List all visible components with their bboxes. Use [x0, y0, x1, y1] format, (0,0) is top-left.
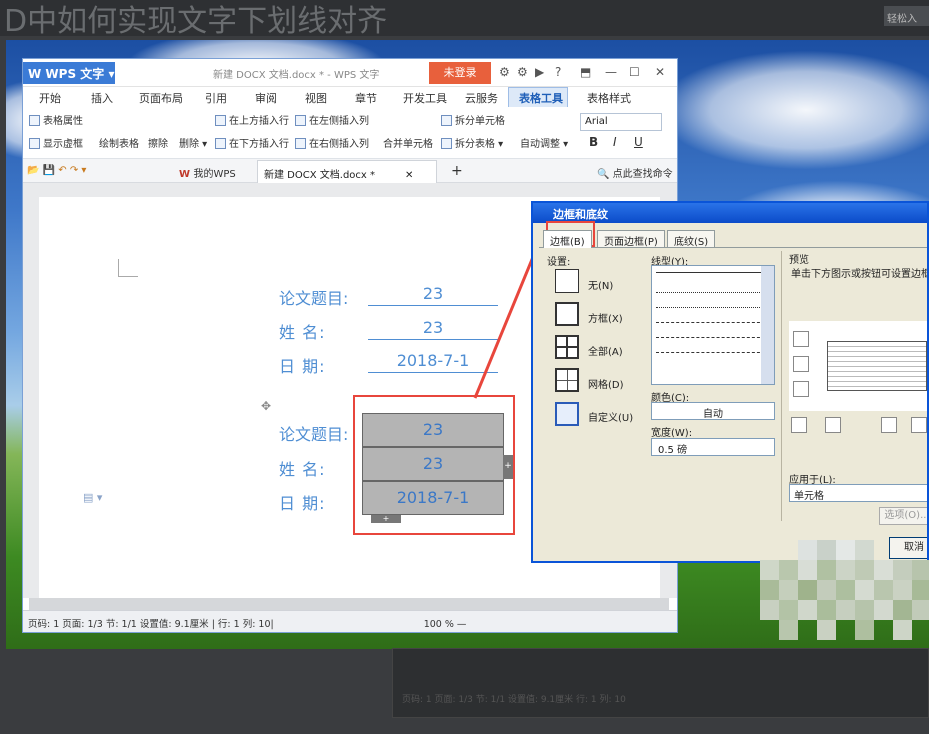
preview-hint: 单击下方图示或按钮可设置边框 — [791, 269, 929, 280]
setting-custom[interactable]: 自定义(U) — [588, 409, 633, 424]
setting-box-icon[interactable] — [555, 302, 579, 326]
border-bottom-toggle-icon[interactable] — [793, 381, 809, 397]
setting-grid-icon[interactable] — [555, 368, 579, 392]
setting-box[interactable]: 方框(X) — [588, 310, 623, 325]
preview-label: 预览 — [789, 255, 809, 266]
apply-to-select[interactable]: 单元格 — [789, 484, 927, 502]
tab-shading[interactable]: 底纹(S) — [667, 230, 716, 248]
line-style-scrollbar[interactable] — [761, 266, 774, 384]
border-left-toggle-icon[interactable] — [825, 417, 841, 433]
dialog-divider — [781, 251, 782, 521]
setting-all-icon[interactable] — [555, 335, 579, 359]
color-select[interactable]: 自动 — [651, 402, 775, 420]
options-button[interactable]: 选项(O)... — [879, 507, 927, 525]
tab-page-border[interactable]: 页面边框(P) — [597, 230, 665, 248]
border-middle-toggle-icon[interactable] — [793, 356, 809, 372]
preview-area[interactable] — [789, 321, 927, 411]
border-diagonal-down-icon[interactable] — [791, 417, 807, 433]
border-diagonal-up-icon[interactable] — [911, 417, 927, 433]
border-top-toggle-icon[interactable] — [793, 331, 809, 347]
setting-label: 设置: — [547, 257, 571, 268]
setting-none-icon[interactable] — [555, 269, 579, 293]
line-style-list[interactable] — [651, 265, 775, 385]
setting-custom-icon[interactable] — [555, 402, 579, 426]
setting-all[interactable]: 全部(A) — [588, 343, 623, 358]
tab-borders[interactable]: 边框(B) — [543, 230, 592, 248]
pixelated-region — [760, 540, 929, 640]
border-vertical-toggle-icon[interactable] — [881, 417, 897, 433]
border-shading-dialog: 边框和底纹 边框(B) 页面边框(P) 底纹(S) 设置: 无(N) 方框(X)… — [531, 201, 929, 563]
width-label: 宽度(W): — [651, 428, 693, 439]
setting-grid[interactable]: 网格(D) — [588, 376, 624, 391]
width-select[interactable]: 0.5 磅 — [651, 438, 775, 456]
setting-none[interactable]: 无(N) — [588, 277, 613, 292]
dialog-title: 边框和底纹 — [533, 203, 927, 223]
